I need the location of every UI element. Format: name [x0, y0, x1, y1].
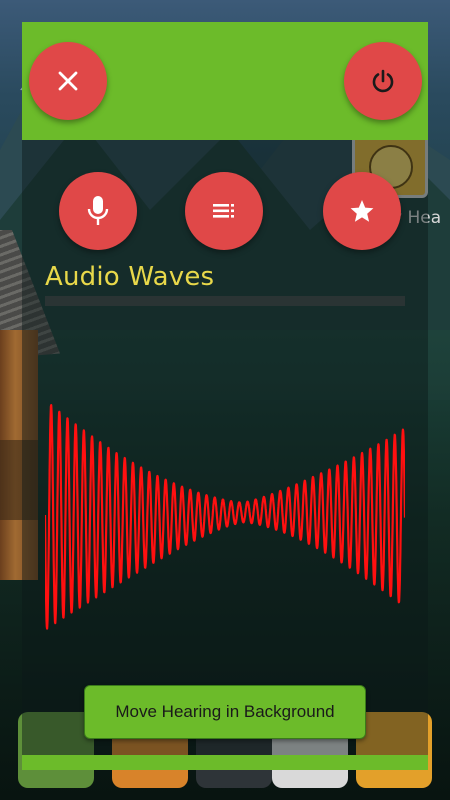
move-background-toast[interactable]: Move Hearing in Background	[84, 685, 366, 739]
power-icon	[370, 68, 396, 94]
audio-waveform	[45, 404, 405, 630]
playlist-button[interactable]	[185, 172, 263, 250]
close-icon	[57, 70, 79, 92]
panel-title: Audio Waves	[45, 262, 215, 292]
close-button[interactable]	[29, 42, 107, 120]
audio-level-bar	[45, 296, 405, 306]
playlist-icon	[211, 201, 237, 221]
bottom-bar	[22, 755, 428, 770]
waveform-line	[45, 404, 405, 630]
star-icon	[349, 198, 375, 224]
microphone-icon	[85, 194, 111, 228]
favorite-button[interactable]	[323, 172, 401, 250]
microphone-button[interactable]	[59, 172, 137, 250]
power-button[interactable]	[344, 42, 422, 120]
